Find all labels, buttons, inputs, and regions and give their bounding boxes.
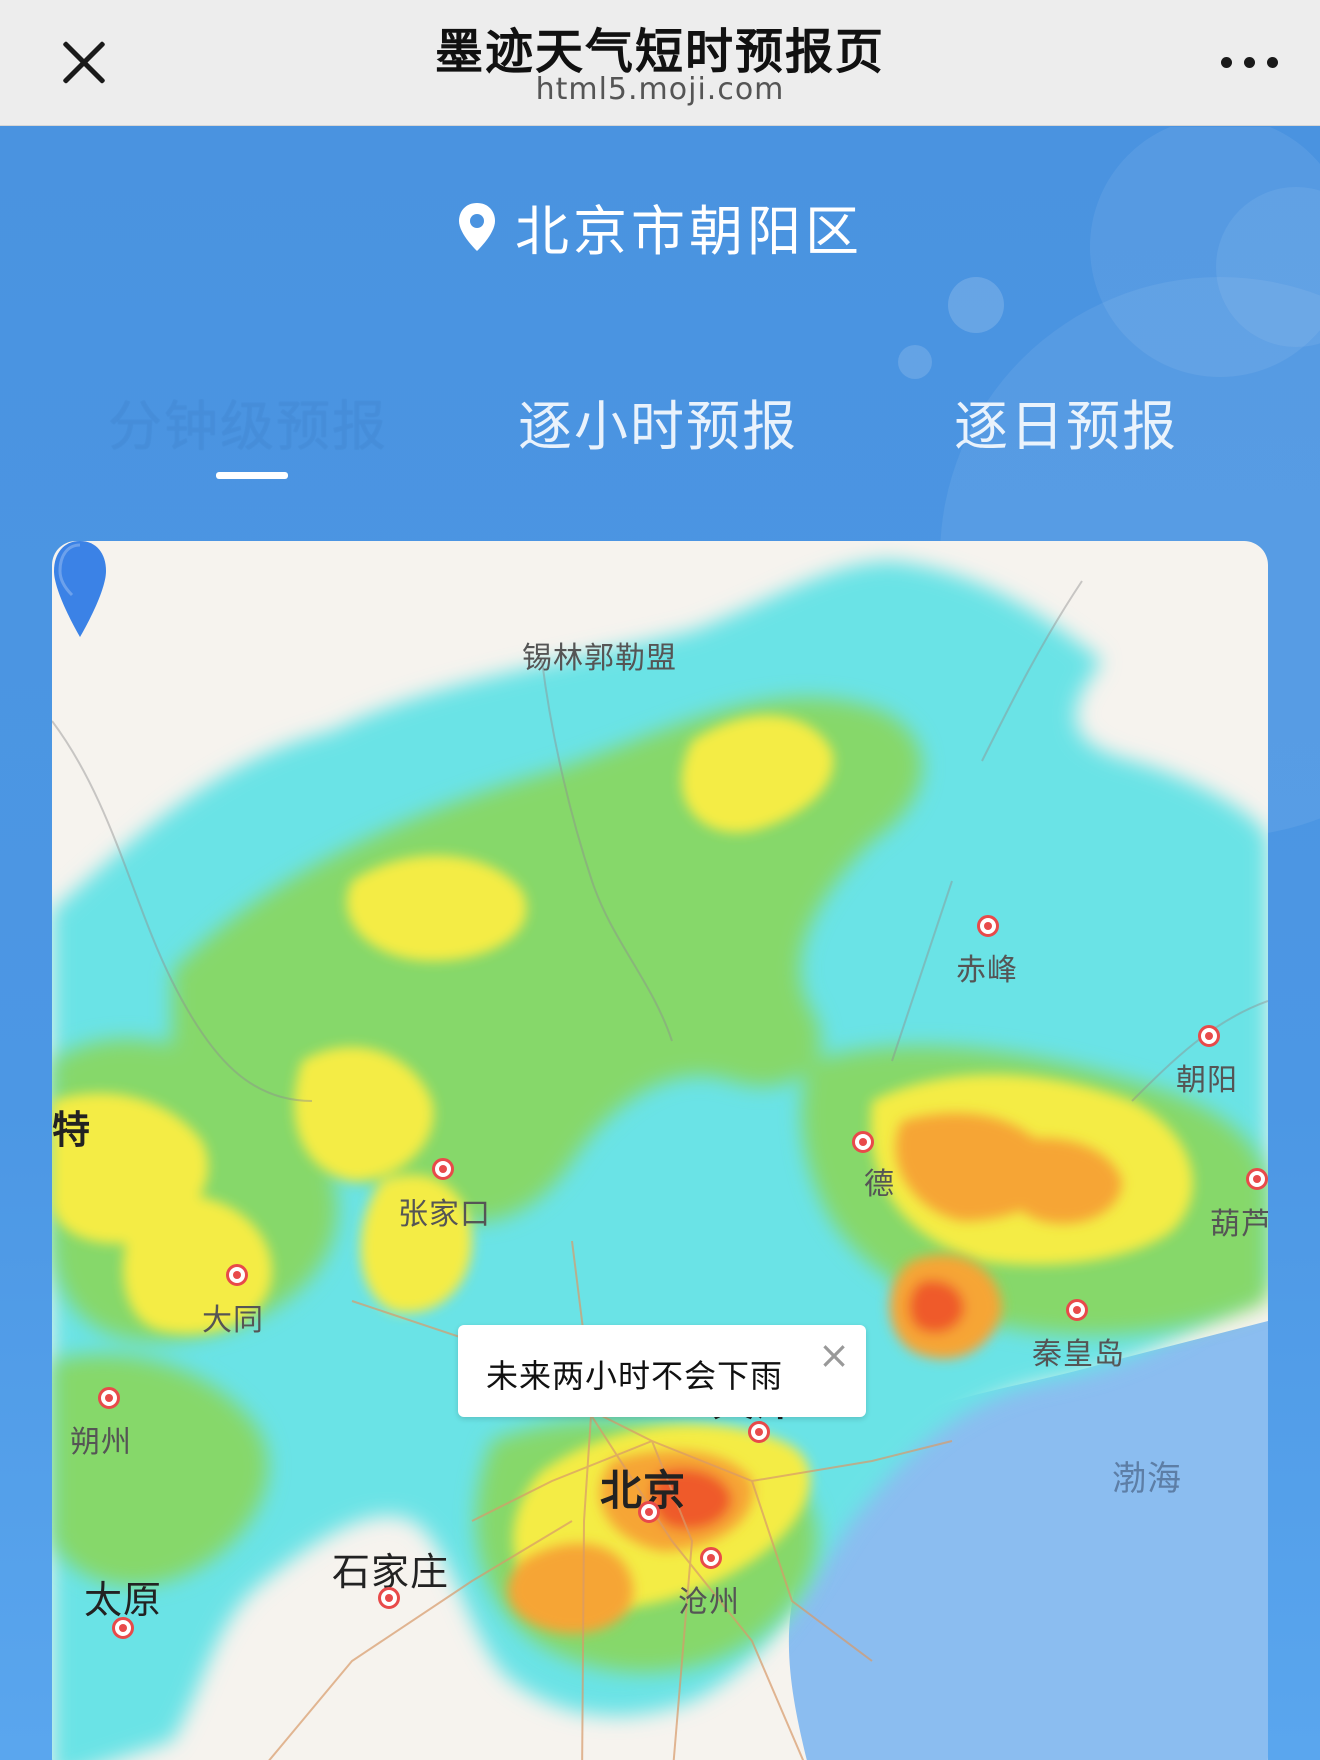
more-dots-icon[interactable] [1204, 42, 1294, 82]
city-label: 特 [52, 1108, 92, 1152]
city-label: 朔州 [70, 1425, 132, 1460]
city-marker-dot [1246, 1168, 1268, 1190]
city-marker-dot [432, 1158, 454, 1180]
user-location-marker-icon [54, 541, 106, 637]
tab-hourly-forecast[interactable]: 逐小时预报 [478, 382, 838, 461]
city-marker-dot [226, 1264, 248, 1286]
city-marker-dot [852, 1131, 874, 1153]
radar-map-canvas [52, 561, 1268, 1760]
top-navigation-bar: 墨迹天气短时预报页 html5.moji.com [0, 0, 1320, 126]
city-marker-dot [638, 1501, 660, 1523]
rain-forecast-popup: 未来两小时不会下雨 × [458, 1325, 866, 1417]
city-marker-dot [977, 915, 999, 937]
city-label: 沧州 [678, 1585, 740, 1620]
city-marker-dot [1198, 1025, 1220, 1047]
city-marker-dot [378, 1587, 400, 1609]
city-label: 张家口 [398, 1197, 491, 1232]
city-marker-dot [748, 1421, 770, 1443]
location-header[interactable]: 北京市朝阳区 [0, 187, 1320, 266]
rain-forecast-text: 未来两小时不会下雨 [486, 1357, 784, 1395]
popup-close-icon[interactable]: × [814, 1335, 854, 1375]
city-label: 秦皇岛 [1032, 1337, 1125, 1372]
decorative-bubble [948, 277, 1004, 333]
page-url: html5.moji.com [535, 72, 785, 107]
city-label: 朝阳 [1176, 1063, 1238, 1098]
city-label: 德 [864, 1167, 895, 1202]
forecast-tabs: 分钟级预报 逐小时预报 逐日预报 [0, 382, 1320, 482]
city-marker-dot [1066, 1299, 1088, 1321]
sea-label: 渤海 [1112, 1459, 1182, 1499]
city-marker-dot [112, 1617, 134, 1639]
active-tab-indicator [216, 472, 288, 479]
city-label: 赤峰 [956, 953, 1018, 988]
city-marker-dot [700, 1547, 722, 1569]
decorative-bubble [898, 345, 932, 379]
tab-daily-forecast[interactable]: 逐日预报 [886, 382, 1246, 461]
tab-minute-forecast[interactable]: 分钟级预报 [68, 382, 428, 461]
city-label: 大同 [202, 1303, 264, 1338]
radar-map[interactable]: 锡林郭勒盟 赤峰 朝阳 特 张家口 德 葫芦 北京 大同 秦皇岛 朔州 天津 渤… [52, 541, 1268, 1760]
location-pin-icon [459, 202, 495, 251]
weather-hero: 北京市朝阳区 分钟级预报 逐小时预报 逐日预报 锡林郭勒盟 赤峰 朝阳 特 张家… [0, 127, 1320, 1760]
city-label: 锡林郭勒盟 [522, 641, 677, 676]
city-label: 太原 [84, 1578, 163, 1622]
city-label: 葫芦 [1210, 1207, 1268, 1242]
city-marker-dot [98, 1387, 120, 1409]
location-name: 北京市朝阳区 [515, 200, 863, 263]
